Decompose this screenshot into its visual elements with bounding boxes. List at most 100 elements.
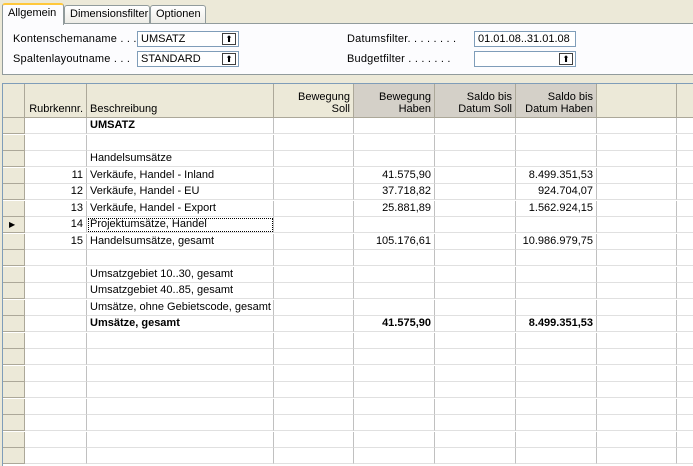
cell-saldo-haben[interactable]: 8.499.351,53 <box>516 316 597 332</box>
cell-saldo-soll[interactable] <box>435 332 516 349</box>
tab-optionen[interactable]: Optionen <box>150 5 206 24</box>
row-selector[interactable] <box>3 250 25 266</box>
cell-rubrkennr[interactable]: 13 <box>25 200 87 217</box>
cell-saldo-haben[interactable] <box>516 332 597 349</box>
cell-bewegung-haben[interactable] <box>354 217 435 233</box>
cell-bewegung-soll[interactable] <box>274 266 354 283</box>
col-header-saldo-haben[interactable]: Saldo bis Datum Haben <box>516 84 597 118</box>
cell-bewegung-soll[interactable] <box>274 448 354 464</box>
cell-bewegung-soll[interactable] <box>274 200 354 217</box>
row-selector[interactable] <box>3 266 25 283</box>
cell-saldo-haben[interactable] <box>516 415 597 431</box>
cell-rubrkennr[interactable] <box>25 134 87 151</box>
cell-bewegung-haben[interactable] <box>354 382 435 398</box>
cell-bewegung-haben[interactable]: 25.881,89 <box>354 200 435 217</box>
cell-bewegung-soll[interactable] <box>274 349 354 365</box>
cell-beschreibung[interactable] <box>87 365 274 382</box>
cell-beschreibung[interactable]: Umsätze, ohne Gebietscode, gesamt <box>87 299 274 316</box>
cell-saldo-soll[interactable] <box>435 200 516 217</box>
cell-saldo-soll[interactable] <box>435 316 516 332</box>
cell-rubrkennr[interactable]: 14 <box>25 217 87 233</box>
cell-beschreibung[interactable]: Projektumsätze, Handel <box>87 217 274 233</box>
cell-bewegung-haben[interactable] <box>354 431 435 448</box>
cell-rubrkennr[interactable]: 15 <box>25 233 87 250</box>
cell-saldo-haben[interactable] <box>516 266 597 283</box>
cell-bewegung-haben[interactable] <box>354 283 435 299</box>
cell-bewegung-soll[interactable] <box>274 365 354 382</box>
cell-bewegung-soll[interactable] <box>274 250 354 266</box>
cell-bewegung-soll[interactable] <box>274 184 354 200</box>
cell-beschreibung[interactable] <box>87 332 274 349</box>
cell-bewegung-haben[interactable] <box>354 398 435 415</box>
row-selector[interactable] <box>3 184 25 200</box>
cell-saldo-haben[interactable] <box>516 431 597 448</box>
cell-beschreibung[interactable]: Umsatzgebiet 40..85, gesamt <box>87 283 274 299</box>
row-selector[interactable] <box>3 431 25 448</box>
cell-saldo-haben[interactable] <box>516 448 597 464</box>
cell-saldo-haben[interactable] <box>516 365 597 382</box>
cell-beschreibung[interactable] <box>87 448 274 464</box>
row-selector[interactable] <box>3 283 25 299</box>
row-selector[interactable] <box>3 118 25 134</box>
row-selector[interactable] <box>3 233 25 250</box>
cell-rubrkennr[interactable] <box>25 365 87 382</box>
cell-saldo-haben[interactable] <box>516 283 597 299</box>
cell-saldo-haben[interactable]: 924.704,07 <box>516 184 597 200</box>
row-selector[interactable] <box>3 167 25 184</box>
cell-saldo-soll[interactable] <box>435 382 516 398</box>
cell-rubrkennr[interactable]: 11 <box>25 167 87 184</box>
row-selector[interactable] <box>3 349 25 365</box>
cell-beschreibung[interactable]: Umsätze, gesamt <box>87 316 274 332</box>
row-selector[interactable] <box>3 299 25 316</box>
cell-rubrkennr[interactable] <box>25 283 87 299</box>
cell-saldo-haben[interactable] <box>516 250 597 266</box>
cell-bewegung-haben[interactable] <box>354 332 435 349</box>
cell-saldo-soll[interactable] <box>435 266 516 283</box>
cell-beschreibung[interactable] <box>87 431 274 448</box>
cell-saldo-soll[interactable] <box>435 118 516 134</box>
cell-saldo-soll[interactable] <box>435 448 516 464</box>
row-selector[interactable] <box>3 382 25 398</box>
spaltenlayout-lookup-icon[interactable]: ⬆ <box>222 53 236 65</box>
cell-bewegung-haben[interactable] <box>354 250 435 266</box>
row-selector[interactable] <box>3 200 25 217</box>
col-header-beschreibung[interactable]: Beschreibung <box>87 84 274 118</box>
cell-saldo-soll[interactable] <box>435 299 516 316</box>
cell-beschreibung[interactable] <box>87 250 274 266</box>
cell-saldo-soll[interactable] <box>435 431 516 448</box>
cell-rubrkennr[interactable] <box>25 382 87 398</box>
cell-beschreibung[interactable] <box>87 349 274 365</box>
cell-bewegung-soll[interactable] <box>274 382 354 398</box>
cell-saldo-soll[interactable] <box>435 184 516 200</box>
cell-beschreibung[interactable] <box>87 134 274 151</box>
cell-rubrkennr[interactable] <box>25 398 87 415</box>
cell-saldo-haben[interactable] <box>516 151 597 167</box>
cell-beschreibung[interactable]: Verkäufe, Handel - EU <box>87 184 274 200</box>
cell-saldo-haben[interactable] <box>516 217 597 233</box>
row-selector[interactable] <box>3 448 25 464</box>
cell-rubrkennr[interactable] <box>25 431 87 448</box>
row-selector[interactable] <box>3 316 25 332</box>
cell-rubrkennr[interactable] <box>25 316 87 332</box>
cell-rubrkennr[interactable]: 12 <box>25 184 87 200</box>
cell-bewegung-soll[interactable] <box>274 167 354 184</box>
cell-bewegung-haben[interactable]: 41.575,90 <box>354 316 435 332</box>
cell-saldo-soll[interactable] <box>435 167 516 184</box>
cell-beschreibung[interactable] <box>87 382 274 398</box>
cell-beschreibung[interactable]: Handelsumsätze <box>87 151 274 167</box>
cell-bewegung-haben[interactable] <box>354 134 435 151</box>
cell-bewegung-soll[interactable] <box>274 217 354 233</box>
row-selector[interactable] <box>3 365 25 382</box>
row-selector[interactable]: ▶ <box>3 217 25 233</box>
cell-saldo-soll[interactable] <box>435 134 516 151</box>
cell-beschreibung[interactable]: Umsatzgebiet 10..30, gesamt <box>87 266 274 283</box>
cell-rubrkennr[interactable] <box>25 299 87 316</box>
cell-beschreibung[interactable] <box>87 415 274 431</box>
cell-saldo-soll[interactable] <box>435 217 516 233</box>
cell-rubrkennr[interactable] <box>25 118 87 134</box>
row-selector[interactable] <box>3 398 25 415</box>
tab-dimensionsfilter[interactable]: Dimensionsfilter <box>64 5 150 24</box>
kontenschema-lookup-icon[interactable]: ⬆ <box>222 33 236 45</box>
cell-saldo-soll[interactable] <box>435 415 516 431</box>
cell-beschreibung[interactable]: Handelsumsätze, gesamt <box>87 233 274 250</box>
